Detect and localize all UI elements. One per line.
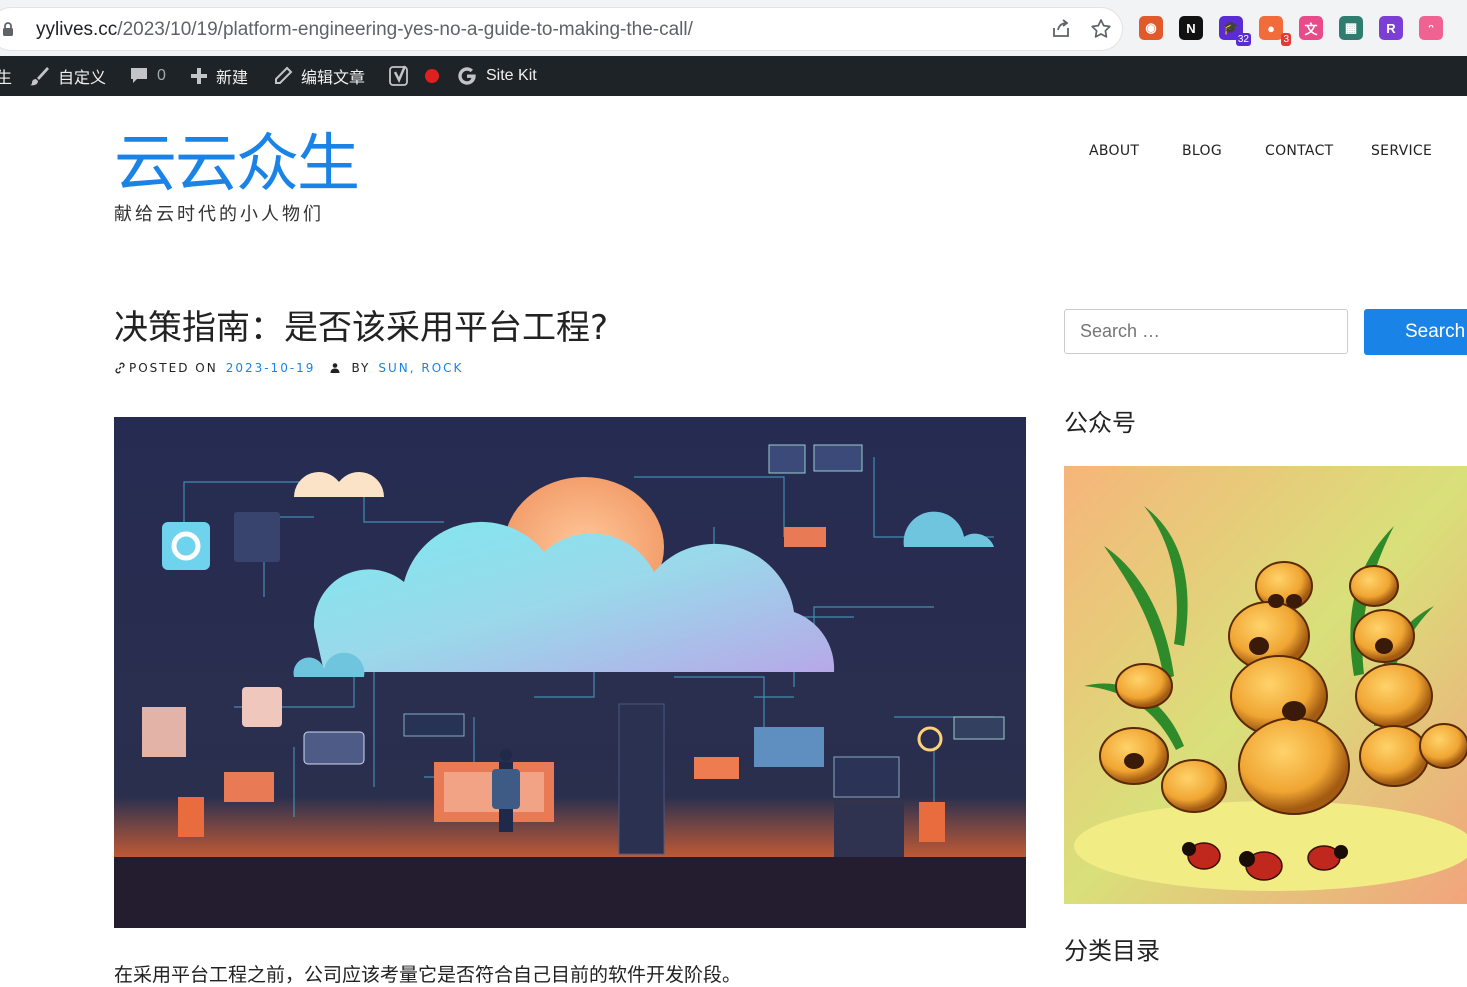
translate-icon[interactable]: 文: [1299, 16, 1323, 40]
comments-count: 0: [157, 67, 166, 84]
sidebar-image: [1064, 466, 1467, 904]
bookmark-star-icon[interactable]: [1090, 18, 1112, 40]
link-icon: [115, 362, 125, 374]
paintbrush-icon: [30, 67, 49, 86]
customize-label: 自定义: [58, 70, 107, 87]
admin-bar-yoast[interactable]: [389, 56, 439, 96]
nav-blog[interactable]: BLOG: [1182, 143, 1222, 159]
url-path: /2023/10/19/platform-engineering-yes-no-…: [117, 19, 693, 40]
new-label: 新建: [216, 70, 249, 87]
post-title: 决策指南：是否该采用平台工程?: [114, 308, 609, 348]
admin-bar-edit-post[interactable]: 编辑文章: [273, 56, 365, 96]
sync-icon[interactable]: ◉: [1139, 16, 1163, 40]
site-title[interactable]: 云云众生: [114, 128, 360, 200]
url-host: yylives.cc: [36, 19, 118, 40]
widget-title-categories: 分类目录: [1064, 937, 1160, 965]
yoast-icon: [389, 65, 408, 86]
site-tagline: 献给云时代的小人物们: [114, 204, 324, 225]
google-g-icon: [458, 67, 476, 85]
admin-bar-customize[interactable]: 自定义: [28, 56, 106, 96]
address-bar[interactable]: yylives.cc/2023/10/19/platform-engineeri…: [0, 8, 1122, 50]
lock-icon[interactable]: [2, 22, 14, 36]
edit-post-label: 编辑文章: [301, 70, 366, 87]
featured-image: [114, 417, 1026, 928]
share-icon[interactable]: [1050, 18, 1072, 40]
admin-bar-sitekit[interactable]: Site Kit: [456, 56, 537, 96]
plus-icon: [191, 68, 207, 84]
pencil-icon: [275, 66, 293, 84]
post-author-link[interactable]: SUN, ROCK: [378, 361, 463, 375]
notion-icon[interactable]: N: [1179, 16, 1203, 40]
post-meta: POSTED ON 2023-10-19 BY SUN, ROCK: [114, 361, 463, 375]
graduation-cap-icon[interactable]: 🎓 32: [1219, 16, 1251, 46]
url-text[interactable]: yylives.cc/2023/10/19/platform-engineeri…: [36, 19, 693, 41]
admin-bar-site-name[interactable]: 生: [0, 56, 12, 96]
nav-service[interactable]: SERVICE: [1371, 143, 1432, 159]
widget-title-wechat: 公众号: [1064, 409, 1136, 437]
sitekit-label: Site Kit: [486, 67, 537, 84]
admin-bar-new[interactable]: 新建: [190, 56, 248, 96]
post-date-link[interactable]: 2023-10-19: [226, 361, 316, 375]
nav-about[interactable]: ABOUT: [1089, 143, 1139, 159]
extension-badge: 32: [1235, 33, 1251, 46]
extension-badge: 3: [1281, 33, 1291, 46]
nav-contact[interactable]: CONTACT: [1265, 143, 1334, 159]
search-button[interactable]: Search: [1364, 309, 1467, 355]
site-name-label: 生: [0, 70, 13, 87]
qr-icon[interactable]: ▦: [1339, 16, 1363, 40]
search-input[interactable]: [1064, 309, 1348, 354]
r-ext-icon[interactable]: R: [1379, 16, 1403, 40]
comment-icon: [131, 68, 147, 83]
seo-status-dot-icon: [425, 69, 439, 83]
admin-bar-comments[interactable]: 0: [129, 56, 166, 96]
user-icon: [330, 363, 340, 373]
by-label: BY: [351, 361, 371, 375]
cat-icon[interactable]: ᵔ: [1419, 16, 1443, 40]
wp-admin-bar: 生 自定义 0 新建 编辑文章 Site Kit: [0, 56, 1467, 96]
bubbles-icon[interactable]: ● 3: [1259, 16, 1291, 46]
posted-on-label: POSTED ON: [129, 361, 218, 375]
browser-toolbar: yylives.cc/2023/10/19/platform-engineeri…: [0, 0, 1467, 56]
